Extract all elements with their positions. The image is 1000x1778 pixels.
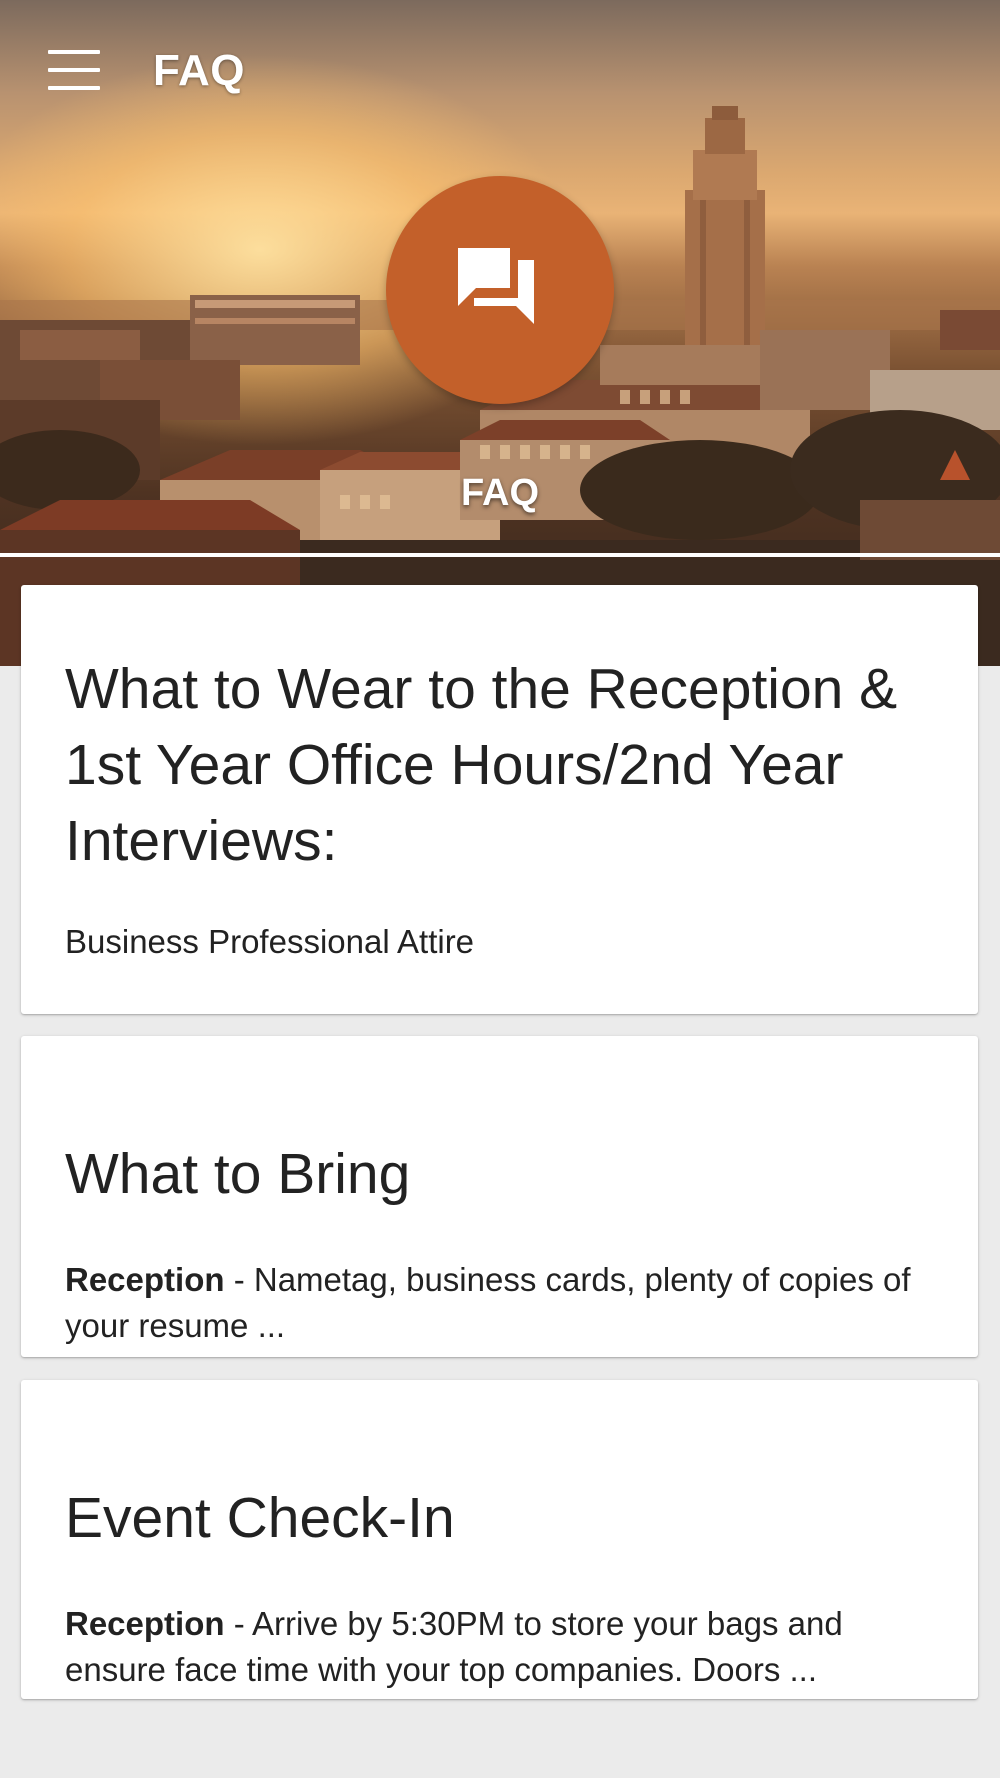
faq-card-body-lead: Reception bbox=[65, 1261, 225, 1298]
menu-icon-bar bbox=[48, 68, 100, 72]
hero-label: FAQ bbox=[460, 472, 540, 514]
faq-card-body-text: Business Professional Attire bbox=[65, 923, 475, 960]
menu-icon-bar bbox=[48, 86, 100, 90]
hero-divider bbox=[0, 553, 1000, 557]
faq-card-title: Event Check-In bbox=[65, 1486, 455, 1550]
faq-card-body: Reception - Nametag, business cards, ple… bbox=[65, 1257, 934, 1349]
menu-icon-bar bbox=[48, 50, 100, 54]
app-bar-title: FAQ bbox=[153, 46, 245, 95]
faq-card-title: What to Bring bbox=[65, 1142, 411, 1206]
header-image: FAQ FAQ bbox=[0, 0, 1000, 666]
menu-icon[interactable] bbox=[48, 50, 100, 90]
faq-badge bbox=[386, 176, 614, 404]
faq-card-what-to-bring[interactable]: What to Bring Reception - Nametag, busin… bbox=[21, 1036, 978, 1357]
chat-bubbles-icon bbox=[458, 248, 534, 324]
faq-card-body: Business Professional Attire bbox=[65, 919, 934, 965]
faq-card-body: Reception - Arrive by 5:30PM to store yo… bbox=[65, 1601, 934, 1693]
faq-card-what-to-wear[interactable]: What to Wear to the Reception & 1st Year… bbox=[21, 585, 978, 1014]
faq-card-event-check-in[interactable]: Event Check-In Reception - Arrive by 5:3… bbox=[21, 1380, 978, 1699]
faq-card-title: What to Wear to the Reception & 1st Year… bbox=[65, 657, 898, 873]
faq-card-body-lead: Reception bbox=[65, 1605, 225, 1642]
